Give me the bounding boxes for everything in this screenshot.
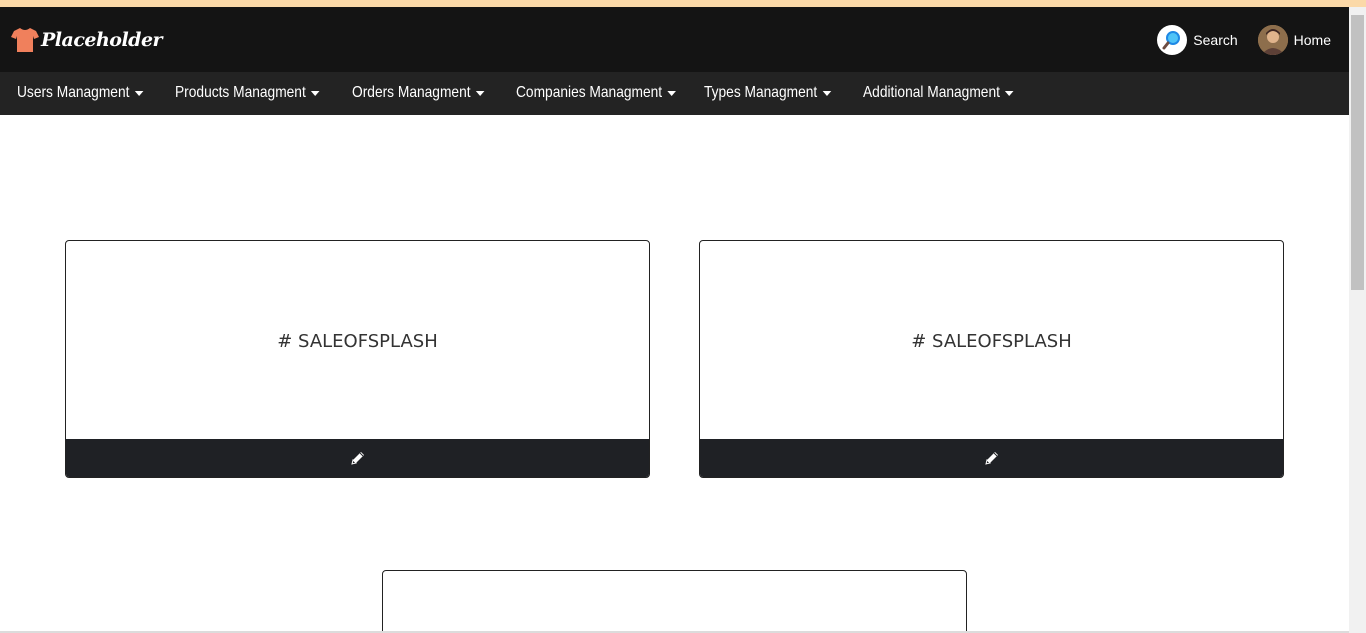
- menu-label: Additional Managment: [863, 84, 1000, 101]
- top-accent-strip: [0, 0, 1366, 7]
- tshirt-icon: [11, 28, 39, 52]
- avatar: [1257, 25, 1288, 55]
- edit-button[interactable]: [66, 439, 649, 477]
- caret-down-icon: [822, 90, 831, 96]
- home-link[interactable]: Home: [1257, 25, 1331, 55]
- menu-label: Users Managment: [17, 84, 130, 101]
- menu-users-managment[interactable]: Users Managment: [17, 84, 144, 102]
- home-label: Home: [1293, 32, 1331, 48]
- nav-right-links: Search Home: [1157, 25, 1331, 55]
- top-navbar: Placeholder Search Home: [0, 7, 1349, 72]
- menu-label: Products Managment: [175, 84, 306, 101]
- collection-card[interactable]: # SALEOFSPLASH: [65, 240, 650, 478]
- caret-down-icon: [1005, 90, 1014, 96]
- menu-label: Orders Managment: [352, 84, 471, 101]
- management-menubar: Users Managment Products Managment Order…: [0, 72, 1349, 115]
- caret-down-icon: [310, 90, 320, 96]
- page-scrollbar[interactable]: [1349, 7, 1366, 633]
- caret-down-icon: [134, 90, 144, 96]
- pencil-icon: [350, 452, 364, 465]
- collection-card[interactable]: [382, 570, 967, 633]
- edit-button[interactable]: [700, 439, 1283, 477]
- menu-companies-managment[interactable]: Companies Managment: [516, 84, 676, 102]
- caret-down-icon: [667, 90, 676, 96]
- search-label: Search: [1193, 32, 1238, 48]
- brand-name: Placeholder: [41, 29, 163, 51]
- collection-card[interactable]: # SALEOFSPLASH: [699, 240, 1284, 478]
- brand-logo[interactable]: Placeholder: [11, 26, 163, 54]
- pencil-icon: [984, 452, 998, 465]
- menu-label: Companies Managment: [516, 84, 663, 101]
- page: Placeholder Search Home Users Managment …: [0, 0, 1366, 633]
- card-title: # SALEOFSPLASH: [911, 331, 1072, 352]
- menu-types-managment[interactable]: Types Managment: [704, 84, 831, 102]
- scrollbar-thumb[interactable]: [1351, 15, 1364, 290]
- search-icon: [1157, 25, 1188, 55]
- caret-down-icon: [475, 90, 485, 96]
- menu-products-managment[interactable]: Products Managment: [175, 84, 320, 102]
- card-title: # SALEOFSPLASH: [277, 331, 438, 352]
- menu-additional-managment[interactable]: Additional Managment: [863, 84, 1014, 102]
- menu-label: Types Managment: [704, 84, 818, 101]
- menu-orders-managment[interactable]: Orders Managment: [352, 84, 485, 102]
- search-link[interactable]: Search: [1157, 25, 1238, 55]
